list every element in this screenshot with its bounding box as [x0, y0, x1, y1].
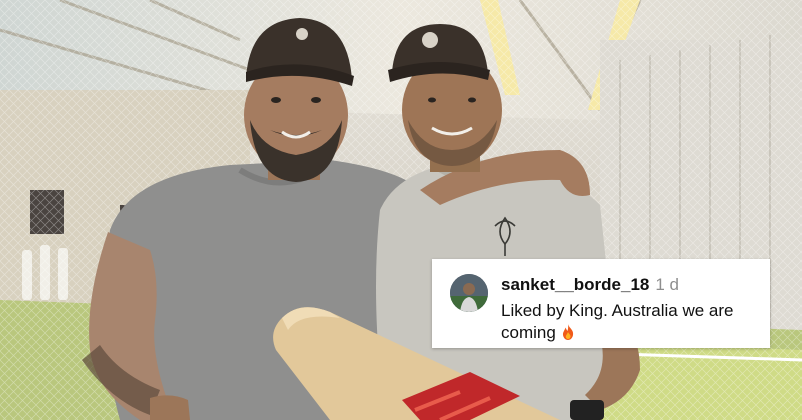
comment-line-2: coming	[501, 323, 556, 342]
fire-icon	[562, 324, 574, 346]
cap-logo-right	[422, 32, 438, 48]
comment-text: Liked by King. Australia we are coming	[501, 300, 759, 346]
comment-time: 1 d	[655, 275, 680, 294]
comment-line-1: Liked by King. Australia we are	[501, 301, 734, 320]
avatar[interactable]	[450, 274, 488, 312]
comment-line-2-wrap: coming	[501, 322, 759, 346]
photo-scene	[0, 0, 802, 420]
comment-card: sanket__borde_18 1 d Liked by King. Austr…	[432, 259, 770, 348]
cap-logo-left	[296, 28, 308, 40]
comment-username[interactable]: sanket__borde_18	[501, 275, 649, 294]
avatar-image	[450, 274, 488, 312]
comment-header: sanket__borde_18 1 d	[501, 274, 679, 296]
